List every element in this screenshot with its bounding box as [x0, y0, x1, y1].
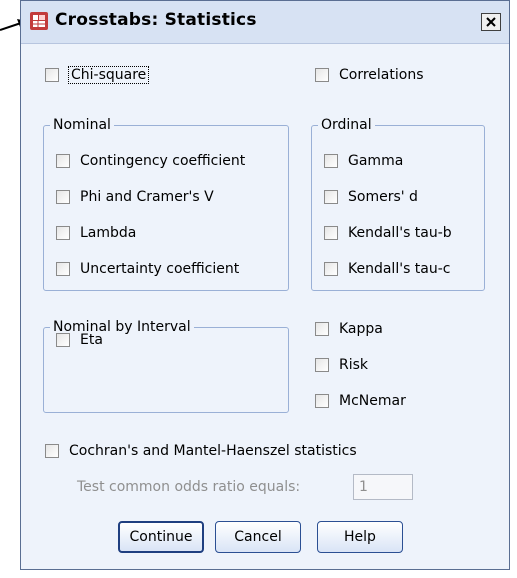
correlations-label: Correlations — [339, 67, 424, 83]
odds-ratio-label: Test common odds ratio equals: — [77, 479, 301, 495]
close-icon — [486, 17, 496, 27]
lambda-checkbox[interactable]: Lambda — [56, 225, 136, 241]
odds-ratio-input[interactable] — [353, 474, 413, 500]
risk-label: Risk — [339, 357, 369, 373]
cochran-mantel-haenszel-label: Cochran's and Mantel-Haenszel statistics — [69, 443, 357, 459]
ordinal-legend: Ordinal — [318, 117, 375, 133]
uncertainty-coefficient-checkbox[interactable]: Uncertainty coefficient — [56, 261, 239, 277]
nominal-group: Nominal Contingency coefficient Phi and … — [43, 117, 289, 291]
kendalls-tau-b-checkbox[interactable]: Kendall's tau-b — [324, 225, 452, 241]
phi-cramers-v-label: Phi and Cramer's V — [80, 189, 214, 205]
risk-checkbox[interactable]: Risk — [315, 357, 368, 373]
checkbox-box[interactable] — [315, 358, 329, 372]
title-bar[interactable]: Crosstabs: Statistics — [21, 1, 509, 44]
kappa-label: Kappa — [339, 321, 383, 337]
checkbox-box[interactable] — [324, 262, 338, 276]
somers-d-checkbox[interactable]: Somers' d — [324, 189, 418, 205]
dialog-title: Crosstabs: Statistics — [55, 10, 257, 30]
eta-checkbox[interactable]: Eta — [56, 332, 103, 348]
spss-app-icon — [30, 12, 48, 30]
phi-cramers-v-checkbox[interactable]: Phi and Cramer's V — [56, 189, 214, 205]
cochran-mantel-haenszel-checkbox[interactable]: Cochran's and Mantel-Haenszel statistics — [45, 443, 357, 459]
mcnemar-checkbox[interactable]: McNemar — [315, 393, 406, 409]
somers-d-label: Somers' d — [348, 189, 418, 205]
checkbox-box[interactable] — [56, 226, 70, 240]
kappa-checkbox[interactable]: Kappa — [315, 321, 383, 337]
nominal-by-interval-group: Nominal by Interval Eta — [43, 319, 289, 413]
kendalls-tau-c-checkbox[interactable]: Kendall's tau-c — [324, 261, 451, 277]
contingency-coefficient-checkbox[interactable]: Contingency coefficient — [56, 153, 245, 169]
gamma-checkbox[interactable]: Gamma — [324, 153, 403, 169]
checkbox-box[interactable] — [324, 226, 338, 240]
gamma-label: Gamma — [348, 153, 404, 169]
crosstabs-statistics-dialog: Crosstabs: Statistics Chi-square Correla… — [20, 0, 510, 570]
ordinal-group: Ordinal Gamma Somers' d Kendall's tau-b … — [311, 117, 485, 291]
checkbox-box[interactable] — [56, 262, 70, 276]
contingency-coefficient-label: Contingency coefficient — [80, 153, 246, 169]
nominal-legend: Nominal — [50, 117, 114, 133]
checkbox-box[interactable] — [315, 68, 329, 82]
lambda-label: Lambda — [80, 225, 137, 241]
kendalls-tau-c-label: Kendall's tau-c — [348, 261, 451, 277]
checkbox-box[interactable] — [324, 190, 338, 204]
mcnemar-label: McNemar — [339, 393, 406, 409]
checkbox-box[interactable] — [45, 68, 59, 82]
continue-button[interactable]: Continue — [118, 521, 204, 553]
close-button[interactable] — [481, 13, 501, 31]
eta-label: Eta — [80, 332, 103, 348]
checkbox-box[interactable] — [56, 333, 70, 347]
chi-square-checkbox[interactable]: Chi-square — [45, 66, 150, 84]
cancel-button[interactable]: Cancel — [215, 521, 301, 553]
help-button[interactable]: Help — [317, 521, 403, 553]
kendalls-tau-b-label: Kendall's tau-b — [348, 225, 452, 241]
checkbox-box[interactable] — [45, 444, 59, 458]
uncertainty-coefficient-label: Uncertainty coefficient — [80, 261, 240, 277]
checkbox-box[interactable] — [56, 154, 70, 168]
checkbox-box[interactable] — [324, 154, 338, 168]
checkbox-box[interactable] — [315, 394, 329, 408]
checkbox-box[interactable] — [56, 190, 70, 204]
correlations-checkbox[interactable]: Correlations — [315, 67, 424, 83]
chi-square-label: Chi-square — [67, 66, 150, 84]
checkbox-box[interactable] — [315, 322, 329, 336]
